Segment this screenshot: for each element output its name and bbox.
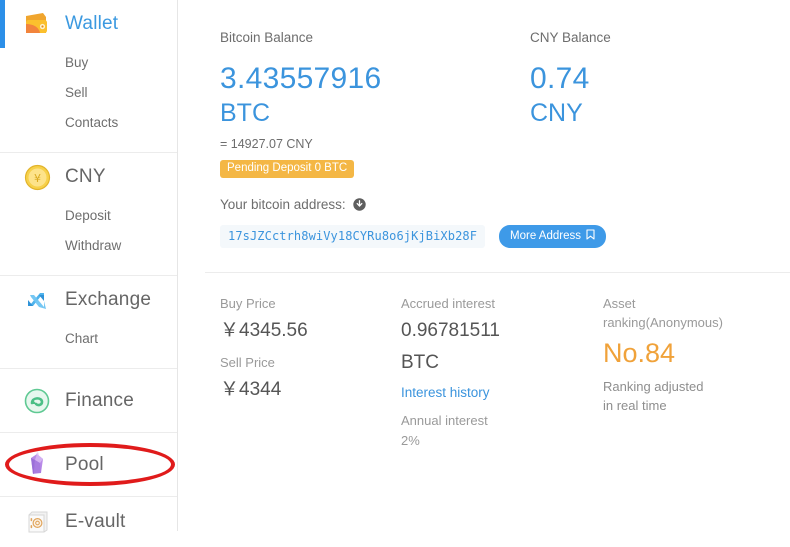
more-address-label: More Address [510,230,581,242]
accrued-interest-unit: BTC [401,349,586,377]
sidebar: Wallet Buy Sell Contacts ¥ CNY [0,0,178,531]
sidebar-item-label: Finance [65,390,134,412]
bookmark-icon [586,229,595,243]
bitcoin-balance-title: Bitcoin Balance [220,30,514,45]
exchange-arrows-icon [22,285,52,315]
address-row: 17sJZCctrh8wiVy18CYRu8o6jKjBiXb28F More … [220,225,790,248]
ranking-stats: Asset ranking(Anonymous) No.84 Ranking a… [586,295,776,450]
sidebar-item-finance[interactable]: Finance [0,369,177,432]
sidebar-item-label: Exchange [65,289,151,311]
bitcoin-balance-amount: 3.43557916 [220,62,514,96]
sidebar-item-wallet[interactable]: Wallet [0,0,177,48]
sidebar-item-label: Wallet [65,13,118,35]
sidebar-subitem-chart[interactable]: Chart [0,324,177,354]
interest-stats: Accrued interest 0.96781511 BTC Interest… [384,295,586,450]
pool-crystal-icon [22,450,52,480]
nav-group-finance: Finance [0,369,177,433]
bitcoin-balance-card: Bitcoin Balance 3.43557916 BTC = 14927.0… [178,30,514,178]
more-address-button[interactable]: More Address [499,225,606,248]
nav-group-pool: Pool [0,433,177,497]
balance-summary: Bitcoin Balance 3.43557916 BTC = 14927.0… [178,0,790,178]
accrued-interest-label: Accrued interest [401,295,586,314]
sidebar-subitem-sell[interactable]: Sell [0,78,177,108]
bitcoin-address-value[interactable]: 17sJZCctrh8wiVy18CYRu8o6jKjBiXb28F [220,225,485,248]
wallet-icon [22,9,52,39]
subnav-exchange: Chart [0,324,177,368]
ranking-note-line2: in real time [603,397,776,416]
address-label: Your bitcoin address: [220,197,346,212]
wallet-dashboard: Wallet Buy Sell Contacts ¥ CNY [0,0,790,531]
annual-interest-value: 2% [401,431,586,451]
subnav-cny: Deposit Withdraw [0,201,177,275]
main-content: Bitcoin Balance 3.43557916 BTC = 14927.0… [178,0,790,531]
nav-group-exchange: Exchange Chart [0,276,177,369]
bitcoin-address-block: Your bitcoin address: 17sJZCctrh8wiVy18C… [178,178,790,248]
sidebar-subitem-buy[interactable]: Buy [0,48,177,78]
sidebar-item-cny[interactable]: ¥ CNY [0,153,177,201]
accrued-interest-value: 0.96781511 [401,317,586,345]
nav-group-wallet: Wallet Buy Sell Contacts [0,0,177,153]
sidebar-subitem-deposit[interactable]: Deposit [0,201,177,231]
sidebar-item-label: CNY [65,166,106,188]
asset-ranking-label: Asset ranking(Anonymous) [603,295,753,332]
cny-balance-title: CNY Balance [530,30,790,45]
sidebar-subitem-contacts[interactable]: Contacts [0,108,177,138]
price-stats: Buy Price ￥4345.56 Sell Price ￥4344 [178,295,384,450]
sidebar-item-evault[interactable]: E-vault [0,497,177,547]
interest-history-link[interactable]: Interest history [401,385,490,400]
sell-price-value: ￥4344 [220,376,384,404]
annual-interest-label: Annual interest [401,411,586,431]
address-label-row: Your bitcoin address: [220,197,790,212]
sell-price-label: Sell Price [220,354,384,373]
buy-price-label: Buy Price [220,295,384,314]
nav-group-cny: ¥ CNY Deposit Withdraw [0,153,177,276]
bitcoin-fiat-equivalent: = 14927.07 CNY [220,137,514,151]
svg-text:¥: ¥ [34,172,41,185]
finance-swirl-icon [22,386,52,416]
sidebar-item-exchange[interactable]: Exchange [0,276,177,324]
cny-balance-unit: CNY [530,98,790,129]
nav-group-evault: E-vault [0,497,177,547]
sidebar-item-label: E-vault [65,511,126,533]
sidebar-item-label: Pool [65,454,104,476]
sidebar-subitem-withdraw[interactable]: Withdraw [0,231,177,261]
pending-deposit-badge: Pending Deposit 0 BTC [220,160,354,179]
download-circle-icon[interactable] [353,198,366,211]
bitcoin-balance-unit: BTC [220,98,514,129]
subnav-wallet: Buy Sell Contacts [0,48,177,152]
cny-balance-amount: 0.74 [530,62,790,96]
asset-ranking-value: No.84 [603,339,776,369]
cny-coin-icon: ¥ [22,162,52,192]
stats-row: Buy Price ￥4345.56 Sell Price ￥4344 Accr… [178,273,790,450]
cny-balance-card: CNY Balance 0.74 CNY [514,30,790,178]
buy-price-value: ￥4345.56 [220,317,384,345]
ranking-note-line1: Ranking adjusted [603,378,776,397]
sidebar-item-pool[interactable]: Pool [0,433,177,496]
safe-vault-icon [22,507,52,537]
